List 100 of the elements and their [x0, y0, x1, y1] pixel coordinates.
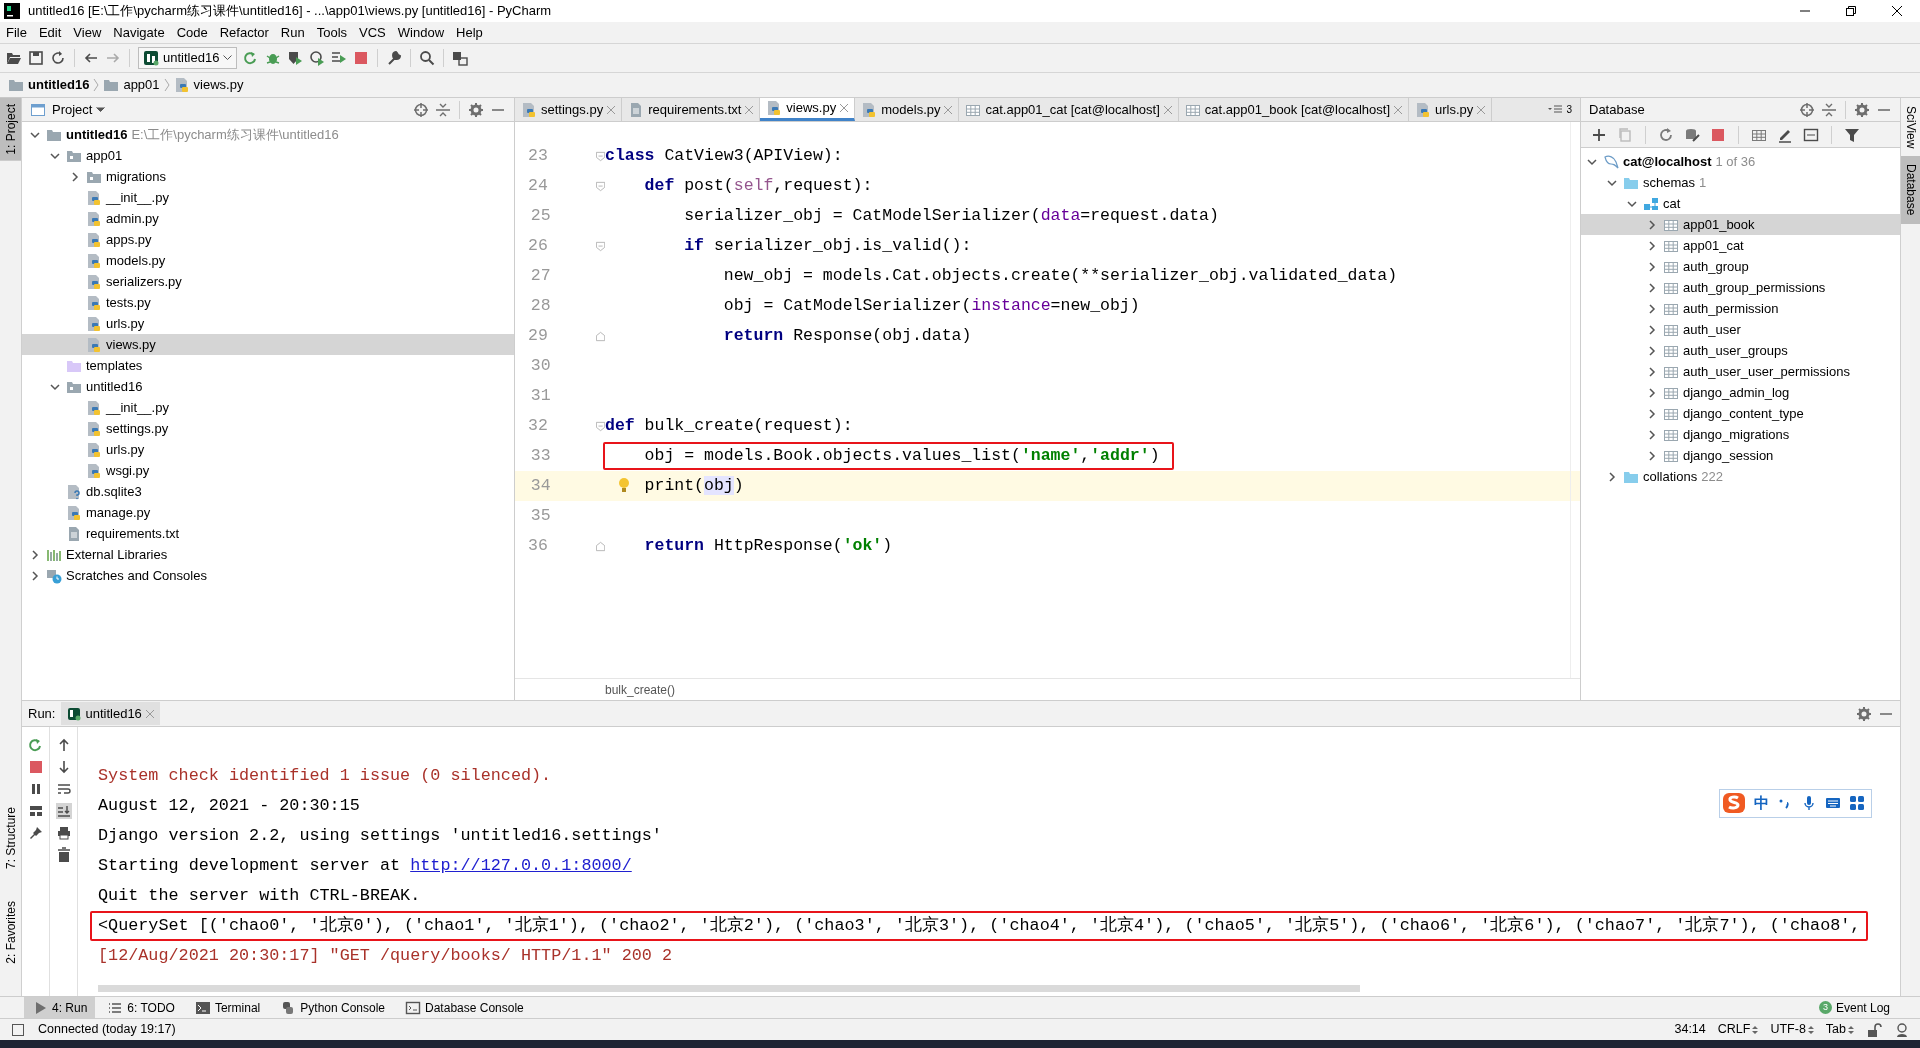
locate-crosshair-icon[interactable] — [413, 101, 429, 118]
menu-item[interactable]: View — [67, 22, 108, 43]
tree-row[interactable]: migrations — [22, 166, 514, 187]
caret-position[interactable]: 34:14 — [1674, 1020, 1706, 1039]
menu-item[interactable]: Tools — [310, 22, 354, 43]
editor-tab[interactable]: views.py — [760, 98, 856, 121]
profile-icon[interactable] — [309, 50, 326, 66]
tree-row[interactable]: urls.py — [22, 313, 514, 334]
save-icon[interactable] — [28, 50, 44, 66]
tool-window-tab[interactable]: 6: TODO — [99, 997, 183, 1018]
menu-item[interactable]: Window — [391, 22, 451, 43]
close-icon[interactable] — [840, 104, 849, 112]
fold-marker-icon[interactable] — [595, 420, 605, 432]
tree-row[interactable]: django_content_type — [1581, 403, 1900, 424]
tree-row[interactable]: requirements.txt — [22, 523, 514, 544]
collapse-all-icon[interactable] — [435, 101, 451, 118]
trash-icon[interactable] — [55, 847, 72, 863]
menu-item[interactable]: Edit — [32, 22, 68, 43]
tree-row[interactable]: collations 222 — [1581, 466, 1900, 487]
settings-icon[interactable] — [1854, 101, 1870, 118]
sql-console-icon[interactable] — [1803, 126, 1819, 143]
lock-icon[interactable] — [1866, 1021, 1882, 1038]
run-tab[interactable]: untitled16 — [61, 701, 160, 726]
lightbulb-icon[interactable] — [618, 477, 630, 493]
tree-row[interactable]: urls.py — [22, 439, 514, 460]
refresh-icon[interactable] — [1658, 126, 1674, 143]
tree-row[interactable]: External Libraries — [22, 544, 514, 565]
database-tool-icon[interactable] — [1684, 126, 1700, 143]
rerun-icon[interactable] — [27, 737, 44, 753]
tool-window-tab[interactable]: Python Console — [272, 997, 394, 1018]
tree-row[interactable]: app01_cat — [1581, 235, 1900, 256]
tool-window-tab[interactable]: Database — [1901, 156, 1920, 224]
menu-item[interactable]: Code — [170, 22, 214, 43]
grid-icon[interactable] — [1849, 795, 1865, 812]
breadcrumb-item[interactable]: untitled16 — [28, 75, 90, 95]
tree-row[interactable]: django_session — [1581, 445, 1900, 466]
tab-list-button[interactable]: 3 — [1542, 98, 1580, 121]
project-view-dropdown[interactable]: Project — [52, 99, 106, 120]
layout-icon[interactable] — [27, 803, 44, 819]
fold-marker-icon[interactable] — [595, 180, 605, 192]
fold-marker-icon[interactable] — [595, 240, 605, 252]
collapse-all-icon[interactable] — [1821, 101, 1837, 118]
tree-row[interactable]: apps.py — [22, 229, 514, 250]
tool-window-tab[interactable]: 2: Favorites — [0, 894, 21, 970]
soft-wrap-icon[interactable] — [55, 781, 72, 797]
vcs-icon[interactable] — [452, 50, 469, 66]
tree-row[interactable]: untitled16 E:\工作\pycharm练习课件\untitled16 — [22, 124, 514, 145]
menu-item[interactable]: Run — [274, 22, 311, 43]
search-icon[interactable] — [419, 50, 436, 66]
event-log-button[interactable]: 3 Event Log — [1812, 997, 1896, 1018]
tool-window-tab[interactable]: Database Console — [397, 997, 532, 1018]
tree-row[interactable]: settings.py — [22, 418, 514, 439]
breadcrumb-item[interactable]: views.py — [193, 75, 244, 95]
stop-icon[interactable] — [27, 759, 44, 775]
ime-logo-icon[interactable] — [1722, 792, 1746, 815]
tree-row[interactable]: __init__.py — [22, 397, 514, 418]
tree-row[interactable]: models.py — [22, 250, 514, 271]
line-separator-selector[interactable]: CRLF — [1717, 1020, 1759, 1039]
tool-window-tab[interactable]: SciView — [1901, 98, 1920, 157]
add-icon[interactable] — [1591, 126, 1607, 143]
console-link[interactable]: http://127.0.0.1:8000/ — [410, 853, 632, 879]
print-icon[interactable] — [55, 825, 72, 841]
tree-row[interactable]: app01 — [22, 145, 514, 166]
breadcrumb-item[interactable]: app01 — [123, 75, 160, 95]
stop-icon[interactable] — [1710, 126, 1726, 143]
filter-icon[interactable] — [1844, 126, 1860, 143]
ime-mode-toggle[interactable]: 中 — [1754, 792, 1769, 815]
tree-row[interactable]: app01_book — [1581, 214, 1900, 235]
tree-row[interactable]: auth_user_groups — [1581, 340, 1900, 361]
run-concurrency-icon[interactable] — [331, 50, 348, 66]
coverage-icon[interactable] — [287, 50, 304, 66]
status-square-icon[interactable] — [10, 1021, 26, 1038]
fold-end-marker-icon[interactable] — [595, 330, 605, 342]
tree-row[interactable]: auth_user_user_permissions — [1581, 361, 1900, 382]
tool-window-tab[interactable]: 1: Project — [0, 98, 21, 161]
tree-row[interactable]: __init__.py — [22, 187, 514, 208]
settings-icon[interactable] — [1856, 705, 1872, 722]
tree-row[interactable]: db.sqlite3 — [22, 481, 514, 502]
scroll-to-end-icon[interactable] — [55, 803, 72, 819]
tool-window-tab[interactable]: 4: Run — [24, 997, 96, 1018]
tree-row[interactable]: templates — [22, 355, 514, 376]
tree-row[interactable]: Scratches and Consoles — [22, 565, 514, 586]
fold-end-marker-icon[interactable] — [595, 540, 605, 552]
menu-item[interactable]: Navigate — [107, 22, 171, 43]
sync-icon[interactable] — [50, 50, 66, 66]
scrollbar-thumb[interactable] — [98, 985, 1360, 992]
tree-row[interactable]: serializers.py — [22, 271, 514, 292]
inspector-icon[interactable] — [1894, 1021, 1910, 1038]
tree-row[interactable]: cat@localhost 1 of 36 — [1581, 151, 1900, 172]
indent-selector[interactable]: Tab — [1825, 1020, 1854, 1039]
tree-row[interactable]: tests.py — [22, 292, 514, 313]
code-breadcrumb[interactable]: bulk_create() — [605, 680, 676, 699]
tree-row[interactable]: auth_user — [1581, 319, 1900, 340]
tree-row[interactable]: untitled16 — [22, 376, 514, 397]
wrench-icon[interactable] — [386, 50, 403, 66]
microphone-icon[interactable] — [1801, 795, 1817, 812]
fold-marker-icon[interactable] — [595, 150, 605, 162]
tree-row[interactable]: django_migrations — [1581, 424, 1900, 445]
menu-item[interactable]: File — [0, 22, 33, 43]
encoding-selector[interactable]: UTF-8 — [1770, 1020, 1814, 1039]
